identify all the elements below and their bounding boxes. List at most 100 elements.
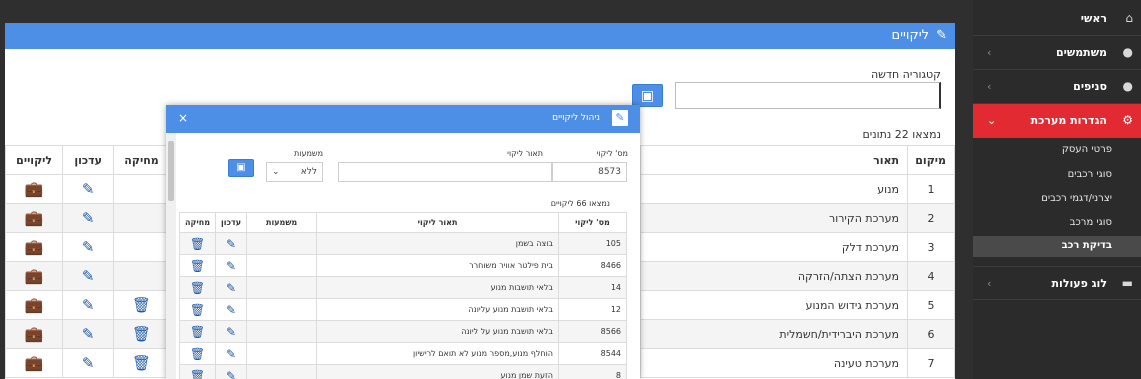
briefcase-icon[interactable]: 💼 <box>25 354 44 372</box>
gears-icon: ⚙ <box>1122 113 1133 127</box>
briefcase-icon[interactable]: 💼 <box>25 296 44 314</box>
sidebar-item-home[interactable]: ⌂ ראשי <box>973 2 1141 36</box>
delete-button[interactable]: 🗑 <box>178 342 217 365</box>
chevron-left-icon: ‹ <box>987 80 992 93</box>
briefcase-icon[interactable]: 💼 <box>25 180 44 198</box>
delete-button[interactable]: 🗑 <box>178 364 217 379</box>
trash-icon[interactable]: 🗑 <box>190 303 205 317</box>
delete-button[interactable]: 🗑 <box>178 298 217 321</box>
edit-icon[interactable]: ✎ <box>226 347 236 361</box>
defect-description-input[interactable] <box>338 162 552 182</box>
delete-button[interactable]: 🗑 <box>178 254 217 277</box>
delete-button[interactable] <box>113 232 170 262</box>
edit-icon[interactable]: ✎ <box>226 369 236 379</box>
edit-icon[interactable]: ✎ <box>226 237 236 251</box>
edit-button[interactable]: ✎ <box>215 342 248 365</box>
sidebar-subitem-body-types[interactable]: סוגי מרכב <box>973 213 1141 234</box>
defects-button[interactable]: 💼 <box>4 203 64 233</box>
edit-icon[interactable]: ✎ <box>82 354 95 372</box>
table-row: 8544 הוחלף מנוע,מספר מנוע לא תואם לרישיון… <box>178 342 627 365</box>
scrollbar-thumb[interactable] <box>168 141 174 201</box>
sidebar-subitem-manufacturers[interactable]: יצרני/דגמי רכבים <box>973 189 1141 210</box>
meaning-select[interactable]: ⌄ ללא <box>266 162 323 182</box>
row-defect-number: 8 <box>558 364 627 379</box>
table-row: 3 מערכת דלק <box>640 232 955 262</box>
sidebar-item-users[interactable]: ‹ ● משתמשים <box>973 36 1141 70</box>
defects-button[interactable]: 💼 <box>4 261 64 291</box>
delete-button[interactable]: 🗑 <box>113 319 170 349</box>
row-location: 3 <box>907 232 955 262</box>
edit-button[interactable]: ✎ <box>62 319 115 349</box>
table-row: 💼 ✎ 🗑 <box>4 290 170 320</box>
trash-icon[interactable]: 🗑 <box>132 325 151 343</box>
edit-button[interactable]: ✎ <box>215 364 248 379</box>
row-defect-description: בלאי תושבת מנוע עליונה <box>316 298 559 321</box>
edit-icon[interactable]: ✎ <box>82 296 95 314</box>
delete-button[interactable]: 🗑 <box>113 290 170 320</box>
sidebar-subitem-business-details[interactable]: פרטי העסק <box>973 140 1141 161</box>
sidebar-subitem-vehicle-types[interactable]: סוגי רכבים <box>973 165 1141 186</box>
edit-button[interactable]: ✎ <box>62 203 115 233</box>
edit-button[interactable]: ✎ <box>215 232 248 255</box>
new-category-input[interactable] <box>675 82 941 109</box>
edit-icon[interactable]: ✎ <box>82 209 95 227</box>
edit-button[interactable]: ✎ <box>62 348 115 378</box>
edit-button[interactable]: ✎ <box>62 174 115 204</box>
edit-button[interactable]: ✎ <box>62 232 115 262</box>
modal-scrollbar[interactable] <box>166 133 176 379</box>
trash-icon[interactable]: 🗑 <box>190 369 205 379</box>
briefcase-icon[interactable]: 💼 <box>25 267 44 285</box>
delete-button[interactable]: 🗑 <box>178 232 217 255</box>
edit-icon[interactable]: ✎ <box>226 281 236 295</box>
edit-button[interactable]: ✎ <box>215 298 248 321</box>
save-defect-button[interactable]: ▣ <box>228 159 254 177</box>
defect-number-input[interactable]: 8573 <box>552 162 627 182</box>
sidebar-item-action-log[interactable]: ‹ ▬ לוג פעולות <box>973 266 1141 300</box>
defects-button[interactable]: 💼 <box>4 290 64 320</box>
trash-icon[interactable]: 🗑 <box>132 296 151 314</box>
save-category-button[interactable]: ▣ <box>632 84 663 107</box>
edit-button[interactable]: ✎ <box>62 261 115 291</box>
edit-icon[interactable]: ✎ <box>82 267 95 285</box>
defects-button[interactable]: 💼 <box>4 319 64 349</box>
delete-button[interactable] <box>113 203 170 233</box>
defects-button[interactable]: 💼 <box>4 174 64 204</box>
edit-icon[interactable]: ✎ <box>226 259 236 273</box>
edit-button[interactable]: ✎ <box>62 290 115 320</box>
edit-icon[interactable]: ✎ <box>82 180 95 198</box>
delete-button[interactable]: 🗑 <box>178 276 217 299</box>
defects-button[interactable]: 💼 <box>4 232 64 262</box>
trash-icon[interactable]: 🗑 <box>190 237 205 251</box>
trash-icon[interactable]: 🗑 <box>190 281 205 295</box>
chevron-left-icon: ‹ <box>987 46 992 59</box>
trash-icon[interactable]: 🗑 <box>190 259 205 273</box>
edit-button[interactable]: ✎ <box>215 254 248 277</box>
row-defect-number: 14 <box>558 276 627 299</box>
defects-button[interactable]: 💼 <box>4 348 64 378</box>
edit-icon[interactable]: ✎ <box>226 325 236 339</box>
trash-icon[interactable]: 🗑 <box>132 354 151 372</box>
save-icon: ▣ <box>236 162 246 173</box>
sidebar-subitem-vehicle-inspection[interactable]: בדיקת רכב <box>973 236 1141 257</box>
briefcase-icon[interactable]: 💼 <box>25 209 44 227</box>
delete-button[interactable]: 🗑 <box>113 348 170 378</box>
chevron-left-icon: ‹ <box>987 277 992 290</box>
trash-icon[interactable]: 🗑 <box>190 347 205 361</box>
briefcase-icon[interactable]: 💼 <box>25 238 44 256</box>
briefcase-icon[interactable]: 💼 <box>25 325 44 343</box>
row-meaning <box>246 320 318 343</box>
trash-icon[interactable]: 🗑 <box>190 325 205 339</box>
user-icon: ● <box>1122 45 1133 59</box>
delete-button[interactable]: 🗑 <box>178 320 217 343</box>
sidebar-item-branches[interactable]: ‹ ● סניפים <box>973 70 1141 104</box>
edit-icon[interactable]: ✎ <box>82 238 95 256</box>
delete-button[interactable] <box>113 174 170 204</box>
edit-icon[interactable]: ✎ <box>82 325 95 343</box>
column-header-update: עדכון <box>62 145 115 175</box>
edit-icon[interactable]: ✎ <box>226 303 236 317</box>
edit-button[interactable]: ✎ <box>215 276 248 299</box>
close-icon[interactable]: × <box>178 111 188 125</box>
delete-button[interactable] <box>113 261 170 291</box>
edit-button[interactable]: ✎ <box>215 320 248 343</box>
sidebar-item-system-settings[interactable]: ⌄ ⚙ הגדרות מערכת <box>973 104 1141 138</box>
